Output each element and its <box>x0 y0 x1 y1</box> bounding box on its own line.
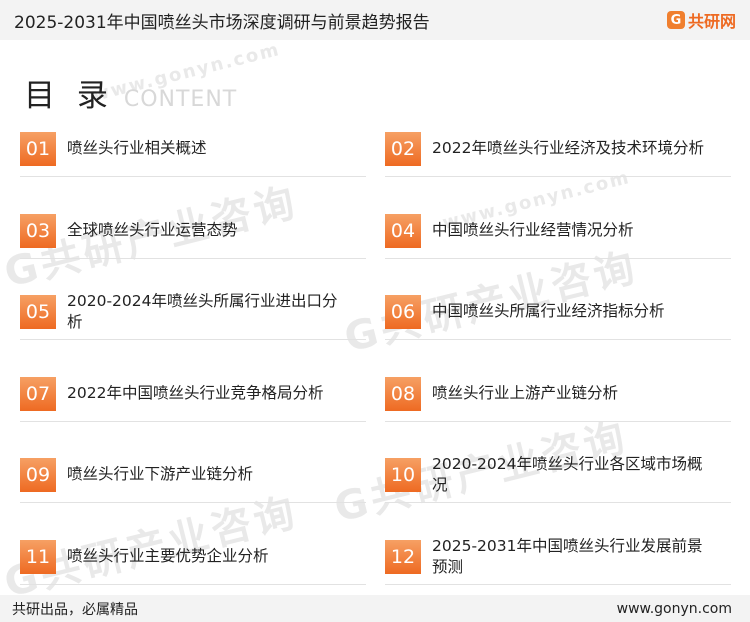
brand-logo: G 共研网 <box>666 8 736 32</box>
logo-icon: G <box>666 11 685 29</box>
toc-heading: 目 录 CONTENT <box>24 70 237 115</box>
item-number: 03 <box>20 213 56 248</box>
toc-item[interactable]: 03 全球喷丝头行业运营态势 <box>20 203 366 259</box>
toc-item[interactable]: 04 中国喷丝头行业经营情况分析 <box>385 203 731 259</box>
footer-slogan: 共研出品，必属精品 <box>12 601 138 618</box>
logo-text: 共研网 <box>687 12 736 31</box>
footer-bar: 共研出品，必属精品 www.gonyn.com <box>0 595 750 622</box>
item-label: 喷丝头行业上游产业链分析 <box>432 384 619 402</box>
item-label: 中国喷丝头行业经营情况分析 <box>432 221 634 239</box>
item-number: 01 <box>20 131 56 166</box>
header-bar: 2025-2031年中国喷丝头市场深度调研与前景趋势报告 G 共研网 <box>0 0 750 40</box>
report-title: 2025-2031年中国喷丝头市场深度调研与前景趋势报告 <box>14 12 430 33</box>
toc-item[interactable]: 09 喷丝头行业下游产业链分析 <box>20 447 366 503</box>
item-label: 喷丝头行业下游产业链分析 <box>67 465 254 483</box>
item-label: 2020-2024年喷丝头所属行业进出口分析 <box>67 291 338 331</box>
footer-url[interactable]: www.gonyn.com <box>617 601 732 617</box>
item-number: 07 <box>20 376 56 411</box>
item-number: 05 <box>20 294 56 329</box>
toc-item[interactable]: 11 喷丝头行业主要优势企业分析 <box>20 529 366 585</box>
toc-item[interactable]: 02 2022年喷丝头行业经济及技术环境分析 <box>385 121 731 177</box>
item-label: 2022年中国喷丝头行业竞争格局分析 <box>67 384 324 402</box>
item-number: 08 <box>385 376 421 411</box>
item-number: 09 <box>20 457 56 492</box>
item-number: 02 <box>385 131 421 166</box>
item-label: 喷丝头行业主要优势企业分析 <box>67 547 269 565</box>
item-label: 全球喷丝头行业运营态势 <box>67 221 238 239</box>
toc-item[interactable]: 05 2020-2024年喷丝头所属行业进出口分析 <box>20 284 366 340</box>
toc-item[interactable]: 06 中国喷丝头所属行业经济指标分析 <box>385 284 731 340</box>
toc-item[interactable]: 12 2025-2031年中国喷丝头行业发展前景预测 <box>385 529 731 585</box>
item-label: 2022年喷丝头行业经济及技术环境分析 <box>432 139 704 157</box>
toc-subtitle: CONTENT <box>123 87 238 112</box>
toc-item[interactable]: 01 喷丝头行业相关概述 <box>20 121 366 177</box>
item-label: 2025-2031年中国喷丝头行业发展前景预测 <box>432 536 703 576</box>
item-number: 06 <box>385 294 421 329</box>
toc-item[interactable]: 08 喷丝头行业上游产业链分析 <box>385 366 731 422</box>
item-label: 中国喷丝头所属行业经济指标分析 <box>432 302 665 320</box>
item-number: 10 <box>385 457 421 492</box>
toc-title: 目 录 <box>24 78 114 114</box>
toc-item[interactable]: 07 2022年中国喷丝头行业竞争格局分析 <box>20 366 366 422</box>
item-label: 喷丝头行业相关概述 <box>67 139 207 157</box>
item-number: 04 <box>385 213 421 248</box>
toc-item[interactable]: 10 2020-2024年喷丝头行业各区域市场概况 <box>385 447 731 503</box>
item-label: 2020-2024年喷丝头行业各区域市场概况 <box>432 454 703 494</box>
item-number: 11 <box>20 539 56 574</box>
item-number: 12 <box>385 539 421 574</box>
